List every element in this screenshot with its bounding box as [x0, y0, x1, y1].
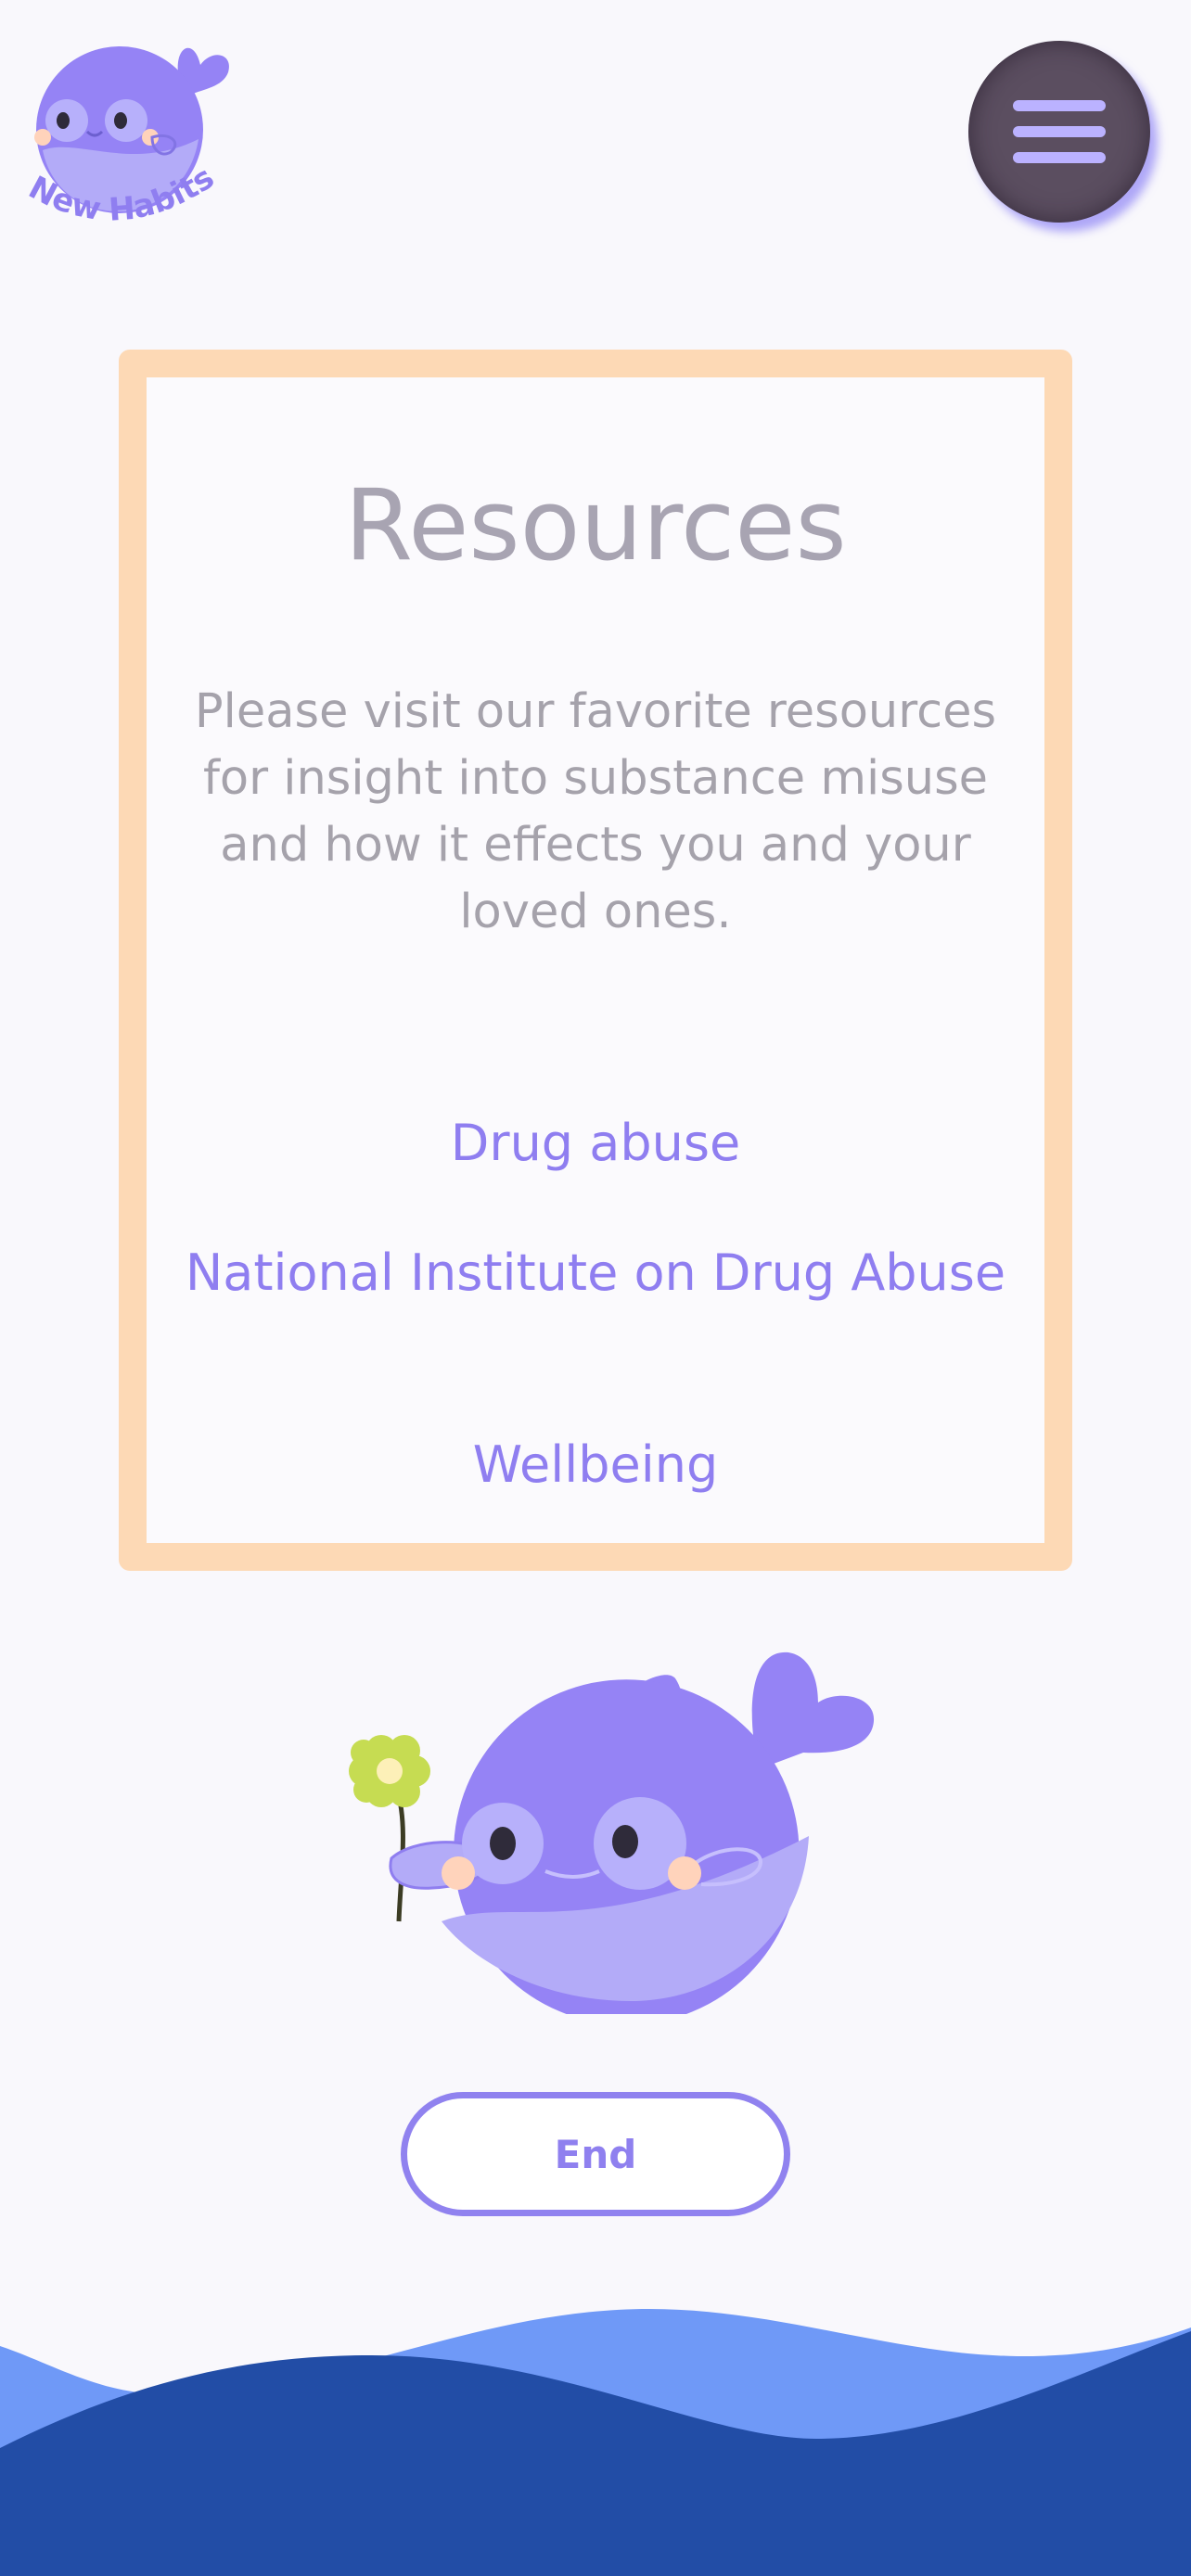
end-button[interactable]: End — [401, 2092, 790, 2216]
page-title: Resources — [344, 468, 847, 582]
menu-button[interactable] — [968, 41, 1150, 223]
hamburger-menu-icon — [1013, 100, 1106, 163]
logo[interactable]: New Habits — [22, 28, 241, 241]
link-drug-abuse[interactable]: Drug abuse — [147, 1110, 1044, 1177]
whale-holding-flower-icon — [349, 1651, 875, 2014]
ocean-waves-decoration — [0, 2309, 1191, 2576]
resources-card: Resources Please visit our favorite reso… — [119, 350, 1072, 1571]
link-wellbeing[interactable]: Wellbeing — [147, 1432, 1044, 1498]
link-national-institute-on-drug-abuse[interactable]: National Institute on Drug Abuse — [147, 1240, 1044, 1307]
resources-description: Please visit our favorite resources for … — [194, 684, 997, 939]
whale-logo-icon: New Habits — [22, 46, 229, 229]
